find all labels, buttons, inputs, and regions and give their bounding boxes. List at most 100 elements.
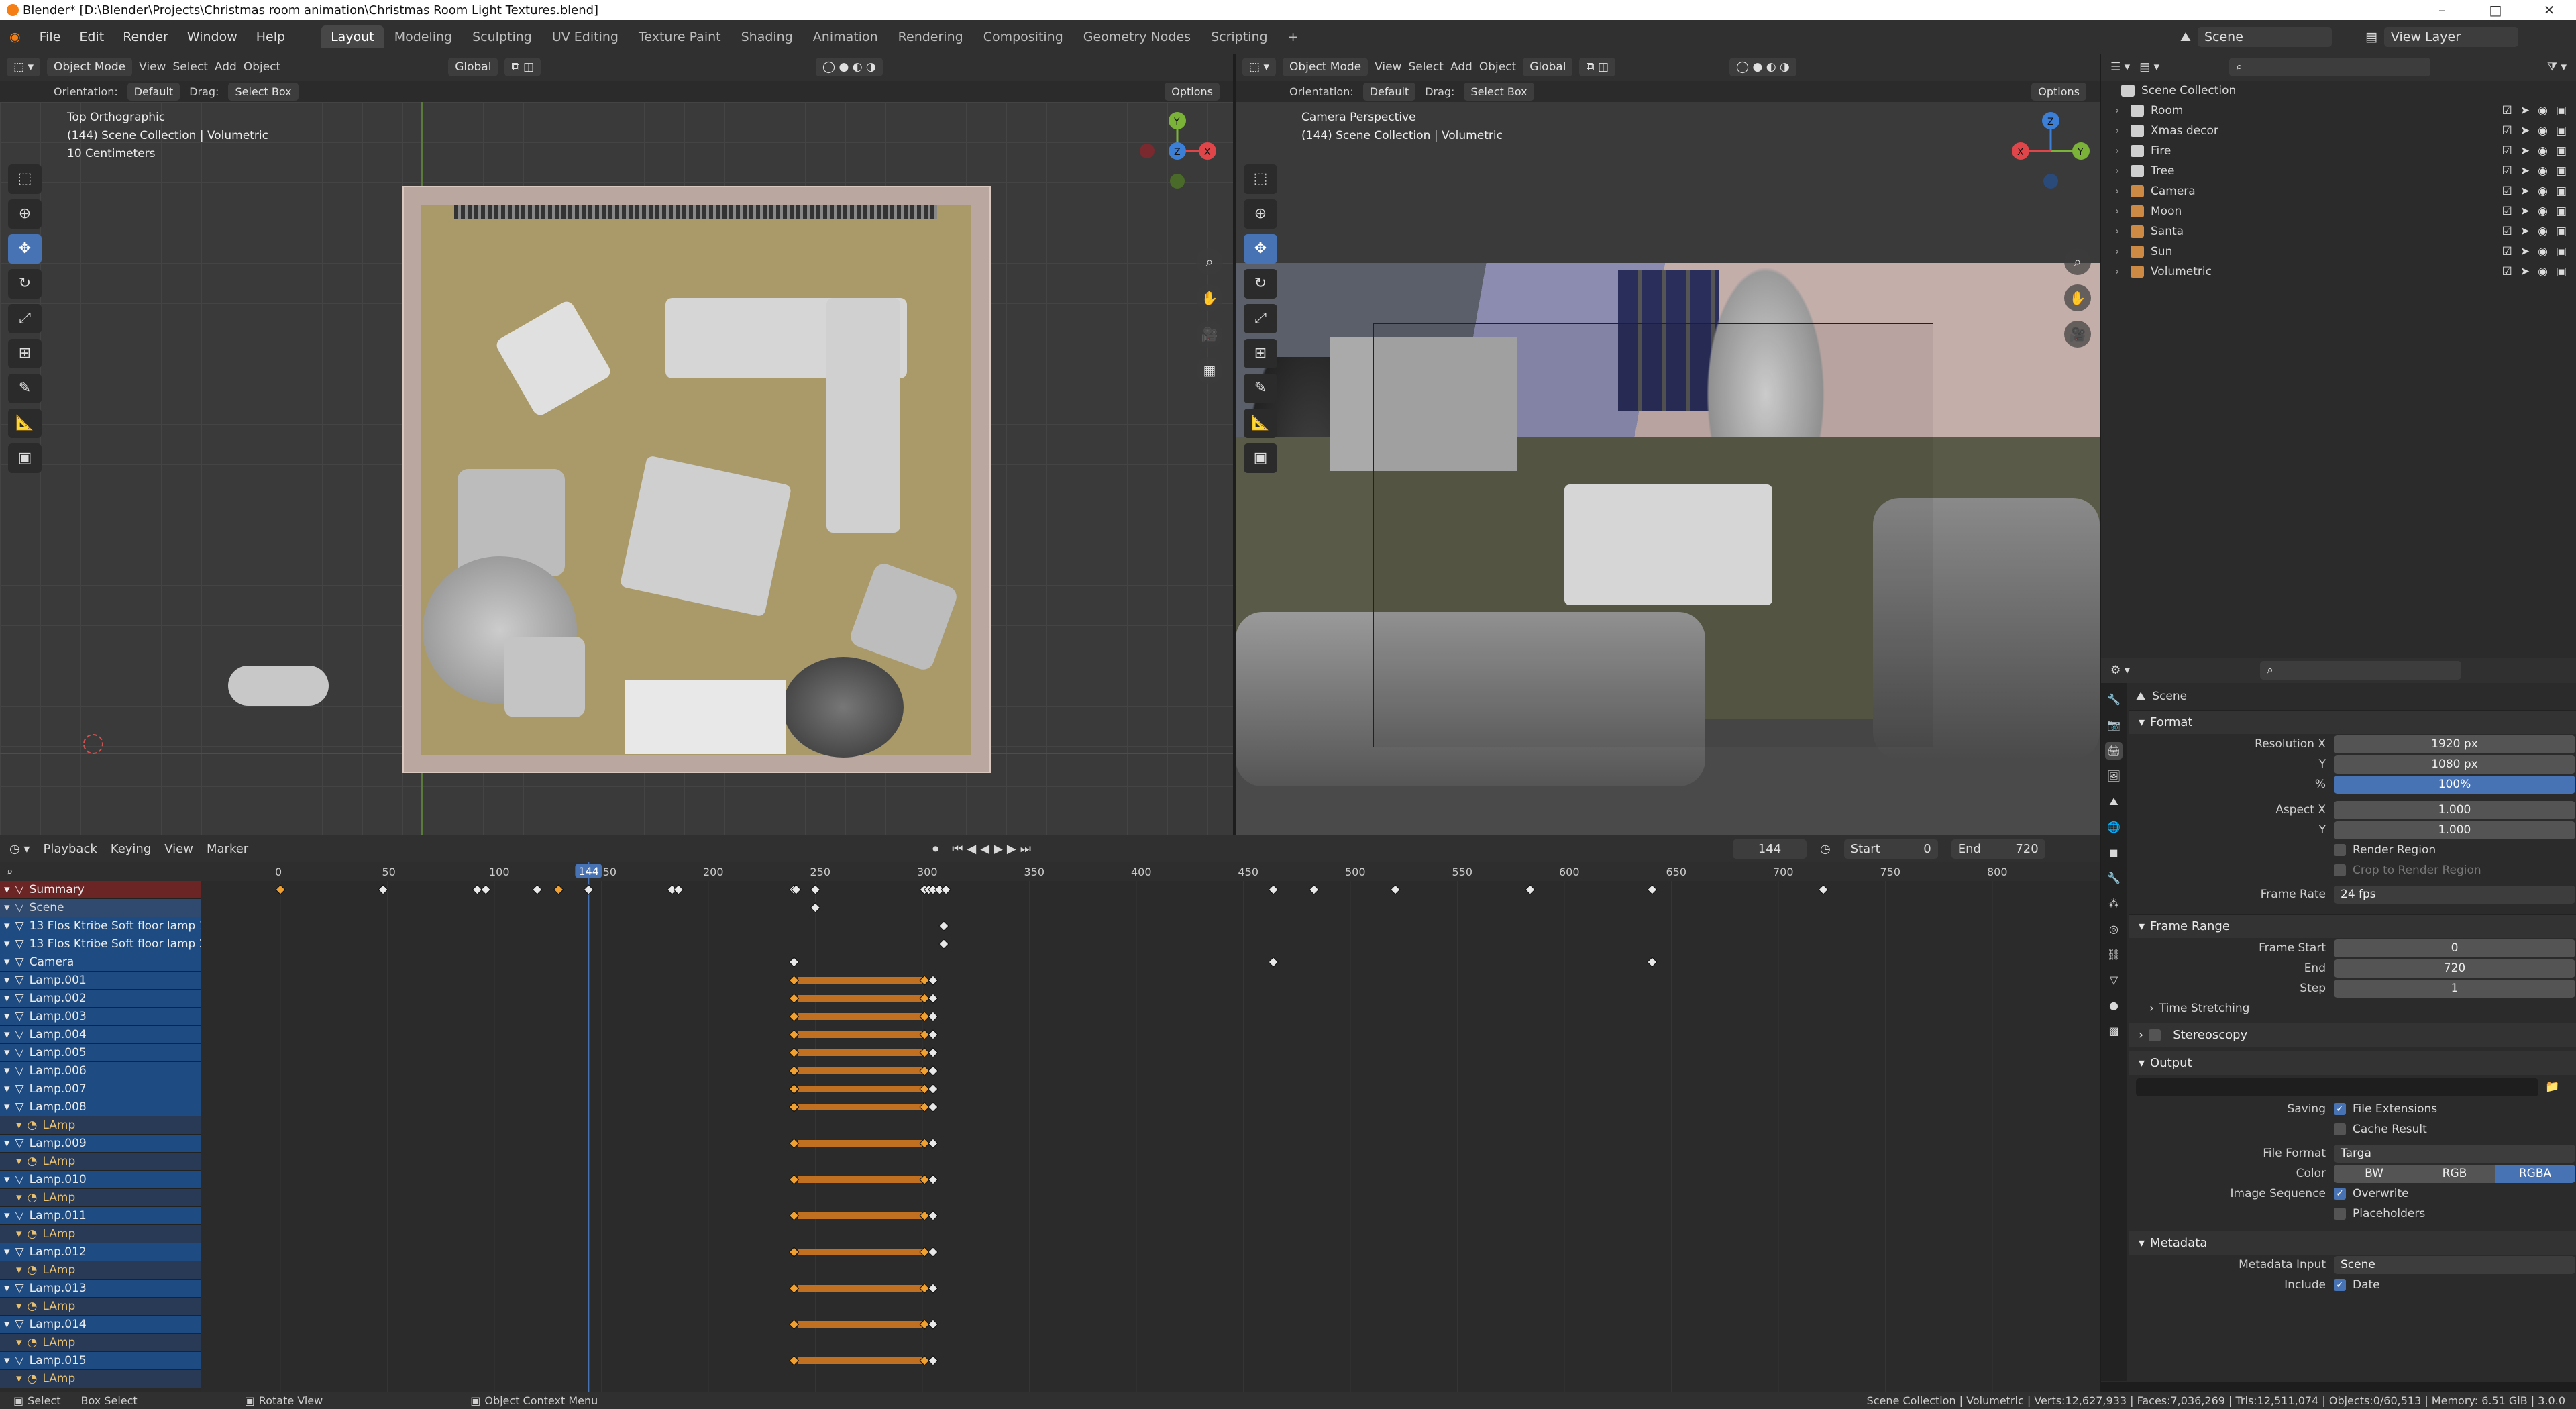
expand-icon[interactable]: ›: [2110, 185, 2124, 198]
channel-row[interactable]: ▾ ▽ Lamp.009: [0, 1135, 201, 1153]
exclude-checkbox-icon[interactable]: ☑: [2502, 265, 2512, 278]
navigation-gizmo[interactable]: Z Y X: [2007, 107, 2094, 195]
channel-row[interactable]: ▾ ▽ Camera: [0, 953, 201, 972]
menu-playback[interactable]: Playback: [43, 842, 97, 856]
channel-row[interactable]: ▾ ▽ Lamp.003: [0, 1008, 201, 1026]
channel-expand-icon[interactable]: ▾: [4, 992, 10, 1005]
channel-expand-icon[interactable]: ▾: [4, 937, 10, 951]
resolution-x-field[interactable]: 1920 px: [2334, 735, 2575, 753]
menu-view[interactable]: View: [164, 842, 193, 856]
format-section-header[interactable]: ▾ Format: [2129, 710, 2576, 734]
channel-expand-icon[interactable]: ▾: [4, 1046, 10, 1059]
view-layer-tab-icon[interactable]: 🖼: [2105, 768, 2123, 785]
modifier-tab-icon[interactable]: 🔧: [2105, 870, 2123, 887]
camera-render-icon[interactable]: ▣: [2556, 225, 2567, 238]
expand-icon[interactable]: ›: [2110, 245, 2124, 258]
channel-row[interactable]: ▾ ◔ LAmp: [0, 1225, 201, 1243]
material-tab-icon[interactable]: ●: [2105, 997, 2123, 1014]
outliner-item[interactable]: › Moon ☑ ➤ ◉ ▣: [2101, 201, 2576, 221]
editor-type-button[interactable]: ⬚ ▾: [7, 58, 40, 76]
expand-icon[interactable]: ›: [2110, 144, 2124, 158]
frame-start-field[interactable]: 0: [2334, 939, 2575, 957]
outliner-item[interactable]: › Sun ☑ ➤ ◉ ▣: [2101, 242, 2576, 262]
transform-orientation-dropdown[interactable]: Global: [1523, 58, 1573, 76]
channel-row[interactable]: ▾ ▽ Lamp.013: [0, 1280, 201, 1298]
exclude-checkbox-icon[interactable]: ☑: [2502, 225, 2512, 238]
aspect-y-field[interactable]: 1.000: [2334, 821, 2575, 839]
channel-expand-icon[interactable]: ▾: [16, 1155, 22, 1168]
add-cube-tool-icon[interactable]: ▣: [8, 443, 42, 473]
channel-expand-icon[interactable]: ▾: [4, 1028, 10, 1041]
select-arrow-icon[interactable]: ➤: [2520, 164, 2530, 178]
camera-view-icon[interactable]: 🎥: [2064, 321, 2091, 348]
outliner-item[interactable]: › Santa ☑ ➤ ◉ ▣: [2101, 221, 2576, 242]
properties-search-input[interactable]: ⌕: [2260, 661, 2462, 680]
annotate-tool-icon[interactable]: ✎: [8, 374, 42, 403]
exclude-checkbox-icon[interactable]: ☑: [2502, 104, 2512, 117]
menu-object[interactable]: Object: [1479, 60, 1516, 74]
menu-view[interactable]: View: [1375, 60, 1401, 74]
clock-icon[interactable]: ◷: [1820, 842, 1831, 856]
menu-add[interactable]: Add: [215, 60, 237, 74]
stereoscopy-checkbox[interactable]: [2149, 1029, 2161, 1041]
world-tab-icon[interactable]: 🌐: [2105, 819, 2123, 836]
particles-tab-icon[interactable]: ⁂: [2105, 895, 2123, 912]
camera-render-icon[interactable]: ▣: [2556, 104, 2567, 117]
crop-checkbox[interactable]: [2334, 864, 2346, 876]
transform-orientation-dropdown[interactable]: Global: [448, 58, 498, 76]
channel-expand-icon[interactable]: ▾: [4, 1010, 10, 1023]
file-format-dropdown[interactable]: Targa: [2334, 1144, 2575, 1163]
expand-icon[interactable]: ›: [2110, 164, 2124, 178]
exclude-checkbox-icon[interactable]: ☑: [2502, 205, 2512, 218]
channel-expand-icon[interactable]: ▾: [16, 1336, 22, 1349]
menu-window[interactable]: Window: [178, 30, 247, 44]
menu-marker[interactable]: Marker: [207, 842, 248, 856]
select-arrow-icon[interactable]: ➤: [2520, 245, 2530, 258]
menu-keying[interactable]: Keying: [111, 842, 151, 856]
eye-icon[interactable]: ◉: [2538, 124, 2548, 138]
color-rgba-button[interactable]: RGBA: [2495, 1164, 2575, 1183]
channel-row[interactable]: ▾ ▽ Lamp.015: [0, 1352, 201, 1370]
channel-expand-icon[interactable]: ▾: [16, 1263, 22, 1277]
resolution-pct-field[interactable]: 100%: [2334, 775, 2575, 794]
transform-tool-icon[interactable]: ⊞: [1244, 339, 1277, 368]
move-tool-icon[interactable]: ✥: [8, 234, 42, 264]
exclude-checkbox-icon[interactable]: ☑: [2502, 245, 2512, 258]
outliner-item[interactable]: › Fire ☑ ➤ ◉ ▣: [2101, 141, 2576, 161]
eye-icon[interactable]: ◉: [2538, 144, 2548, 158]
mode-selector[interactable]: Object Mode: [1283, 58, 1368, 76]
viewport-shading-buttons[interactable]: ◯ ● ◐ ◑: [816, 58, 883, 76]
menu-help[interactable]: Help: [247, 30, 294, 44]
channel-expand-icon[interactable]: ▾: [16, 1227, 22, 1241]
expand-icon[interactable]: ›: [2110, 104, 2124, 117]
stereoscopy-section-header[interactable]: › Stereoscopy: [2129, 1023, 2576, 1047]
playback-controls[interactable]: ⏮◀◀▶▶⏭: [952, 842, 1035, 856]
channel-expand-icon[interactable]: ▾: [16, 1372, 22, 1386]
file-extensions-checkbox[interactable]: ✓: [2334, 1103, 2346, 1115]
keyframe-area[interactable]: 0 50 100 150 200 250 300 350 400 450 500 550 600 650 7…: [201, 862, 2100, 1392]
exclude-checkbox-icon[interactable]: ☑: [2502, 164, 2512, 178]
outliner-item[interactable]: › Room ☑ ➤ ◉ ▣: [2101, 101, 2576, 121]
render-region-row[interactable]: Render Region: [2129, 840, 2576, 860]
record-button[interactable]: ⏺: [932, 842, 938, 856]
maximize-button[interactable]: □: [2469, 2, 2522, 18]
menu-object[interactable]: Object: [244, 60, 280, 74]
channel-row[interactable]: ▾ ▽ Summary: [0, 881, 201, 899]
editor-type-button[interactable]: ⬚ ▾: [1242, 58, 1276, 76]
exclude-checkbox-icon[interactable]: ☑: [2502, 144, 2512, 158]
constraints-tab-icon[interactable]: ⛓: [2105, 946, 2123, 963]
camera-view-icon[interactable]: 🎥: [1196, 321, 1223, 348]
close-button[interactable]: ✕: [2522, 2, 2576, 18]
render-tab-icon[interactable]: 📷: [2105, 717, 2123, 734]
snap-toggle[interactable]: ⧉ ◫: [1579, 58, 1616, 76]
date-checkbox[interactable]: ✓: [2334, 1279, 2346, 1291]
tab-geometry-nodes[interactable]: Geometry Nodes: [1074, 25, 1200, 48]
tab-sculpting[interactable]: Sculpting: [463, 25, 541, 48]
add-cube-tool-icon[interactable]: ▣: [1244, 443, 1277, 473]
camera-render-icon[interactable]: ▣: [2556, 164, 2567, 178]
pan-hand-icon[interactable]: ✋: [1196, 284, 1223, 311]
scale-tool-icon[interactable]: ⤢: [8, 304, 42, 333]
transform-tool-icon[interactable]: ⊞: [8, 339, 42, 368]
select-tool-icon[interactable]: ⬚: [8, 164, 42, 194]
output-tab-icon[interactable]: 🖨: [2105, 742, 2123, 760]
